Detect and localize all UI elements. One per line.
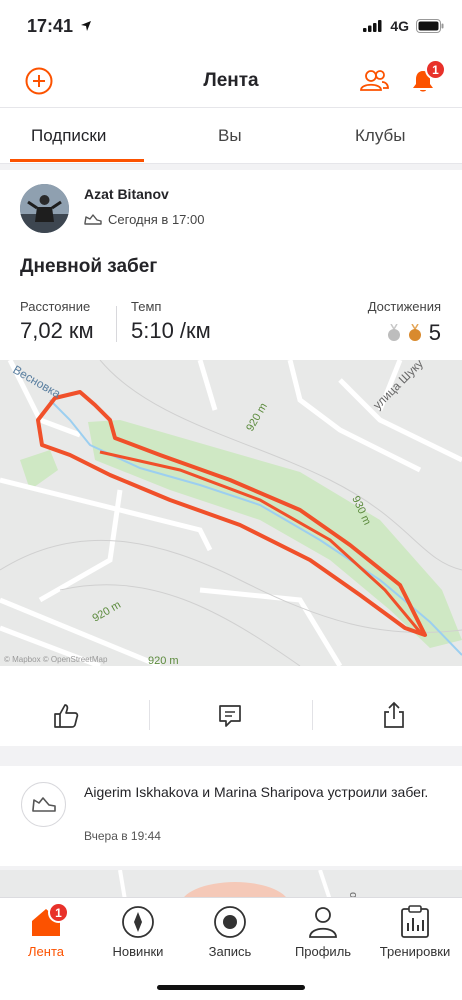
status-bar: 17:41 4G	[0, 0, 462, 52]
tabbar-item-profile[interactable]: Профиль	[277, 904, 369, 959]
tabbar-icon-wrap	[303, 904, 343, 940]
find-friends-button[interactable]	[358, 67, 390, 95]
tabbar-label: Запись	[208, 944, 252, 959]
group-activity-time: Вчера в 19:44	[84, 829, 161, 843]
kudos-button[interactable]	[48, 700, 84, 732]
achievements-count: 5	[428, 320, 441, 345]
active-tab-indicator	[10, 159, 144, 162]
feed-tabs: Подписки Вы Клубы	[0, 108, 462, 164]
action-divider	[149, 700, 150, 730]
tabbar-icon-wrap	[118, 904, 158, 940]
tabbar-label: Новинки	[112, 944, 164, 959]
shoe-avatar	[21, 782, 66, 827]
stat-divider	[116, 306, 117, 342]
signal-icon	[363, 20, 382, 32]
comment-button[interactable]	[212, 700, 248, 732]
people-icon	[360, 70, 389, 91]
pace-value: 5:10 /км	[131, 318, 211, 343]
distance-value: 7,02 км	[20, 318, 94, 343]
tabbar-icon-wrap	[395, 904, 435, 940]
tab-subscriptions[interactable]: Подписки	[31, 126, 106, 146]
share-button[interactable]	[376, 699, 412, 731]
tabbar-item-record[interactable]: Запись	[184, 904, 276, 959]
share-icon	[384, 701, 404, 728]
activity-card: Azat Bitanov Сегодня в 17:00 Дневной заб…	[0, 170, 462, 746]
tabbar-icon-wrap	[210, 904, 250, 940]
pace-label: Темп	[131, 299, 162, 314]
activity-title[interactable]: Дневной забег	[20, 256, 157, 278]
activity-meta: Сегодня в 17:00	[84, 212, 204, 227]
thumbs-up-icon	[54, 704, 79, 728]
clock: 17:41	[27, 16, 74, 36]
contour-label-4: 920 m	[148, 655, 179, 666]
group-activity-card[interactable]: Aigerim Iskhakova и Marina Sharipova уст…	[0, 766, 462, 866]
notifications-button[interactable]: 1	[408, 59, 446, 95]
record-icon	[214, 906, 246, 938]
status-time: 17:41	[27, 16, 92, 37]
tabbar-icon-wrap: 1	[26, 902, 69, 940]
shoe-icon	[31, 796, 56, 812]
avatar-photo	[20, 184, 69, 233]
location-arrow-icon	[81, 21, 92, 31]
next-card-map: офа	[0, 870, 462, 900]
profile-icon	[309, 907, 337, 938]
route-map[interactable]: Весновка улица Шуку 920 m 930 m 920 m 92…	[0, 360, 462, 666]
home-indicator	[157, 985, 305, 990]
group-activity-text: Aigerim Iskhakova и Marina Sharipova уст…	[84, 784, 429, 800]
notification-badge: 1	[425, 59, 446, 80]
status-indicators: 4G	[363, 18, 444, 34]
tabbar-item-feed[interactable]: 1 Лента	[0, 902, 92, 959]
activity-time: Сегодня в 17:00	[108, 212, 205, 227]
tabbar-item-explore[interactable]: Новинки	[92, 904, 184, 959]
action-divider	[312, 700, 313, 730]
feed-badge: 1	[48, 902, 69, 923]
silver-medal-icon	[387, 324, 400, 341]
bronze-medal-icon	[408, 324, 421, 341]
tabbar-label: Тренировки	[379, 944, 451, 959]
achievements[interactable]: 5	[387, 320, 441, 346]
tabbar-item-training[interactable]: Тренировки	[369, 904, 461, 959]
network-type: 4G	[390, 18, 409, 34]
map-attribution: © Mapbox © OpenStreetMap	[4, 655, 108, 664]
comment-icon	[219, 705, 241, 727]
activity-actions	[0, 686, 462, 746]
shoe-icon	[84, 213, 102, 225]
distance-label: Расстояние	[20, 299, 91, 314]
avatar[interactable]	[20, 184, 69, 233]
top-nav: Лента 1	[0, 52, 462, 108]
compass-icon	[122, 906, 154, 938]
tab-you[interactable]: Вы	[218, 126, 242, 146]
tab-clubs[interactable]: Клубы	[355, 126, 405, 146]
achievements-label: Достижения	[367, 299, 441, 314]
page-title: Лента	[203, 70, 259, 91]
clipboard-chart-icon	[401, 905, 429, 938]
author-name[interactable]: Azat Bitanov	[84, 186, 169, 202]
next-map-canvas: офа	[0, 870, 462, 900]
battery-icon	[416, 19, 444, 33]
tabbar-label: Профиль	[294, 944, 352, 959]
tabbar-label: Лента	[28, 944, 64, 959]
map-canvas: Весновка улица Шуку 920 m 930 m 920 m 92…	[0, 360, 462, 666]
